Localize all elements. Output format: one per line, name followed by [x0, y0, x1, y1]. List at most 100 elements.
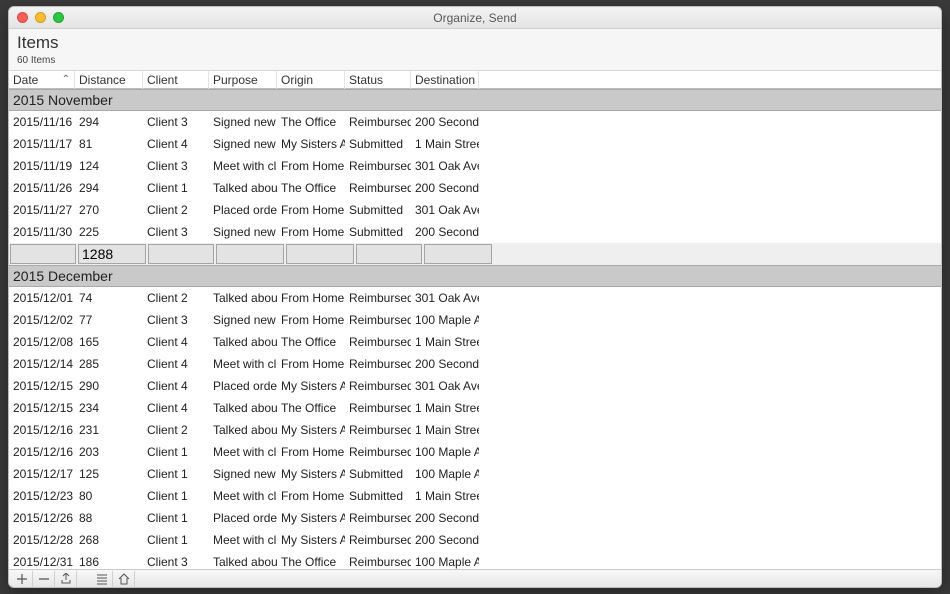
cell-client: Client 4 [143, 332, 209, 352]
cell-date: 2015/11/16 [9, 112, 75, 132]
cell-distance: 268 [75, 530, 143, 550]
cell-status: Submitted [345, 464, 411, 484]
cell-status: Reimbursed [345, 376, 411, 396]
cell-destination: 301 Oak Avenue [411, 200, 479, 220]
table-body[interactable]: 2015 November2015/11/16294Client 3Signed… [9, 89, 941, 569]
cell-destination: 301 Oak Avenue [411, 156, 479, 176]
cell-date: 2015/12/23 [9, 486, 75, 506]
cell-destination: 301 Oak Avenue [411, 288, 479, 308]
table-row[interactable]: 2015/12/0174Client 2Talked about investm… [9, 287, 941, 309]
cell-destination: 100 Maple Avenue [411, 442, 479, 462]
cell-destination: 1 Main Street [411, 398, 479, 418]
table-row[interactable]: 2015/11/27270Client 2Placed order for su… [9, 199, 941, 221]
table-row[interactable]: 2015/12/31186Client 3Talked about invest… [9, 551, 941, 569]
cell-client: Client 3 [143, 552, 209, 569]
table-row[interactable]: 2015/11/19124Client 3Meet with clientFro… [9, 155, 941, 177]
table-row[interactable]: 2015/12/0277Client 3Signed new mutual fu… [9, 309, 941, 331]
table-row[interactable]: 2015/12/15234Client 4Talked about invest… [9, 397, 941, 419]
titlebar[interactable]: Organize, Send [9, 7, 941, 29]
summary-cell-purpose [216, 244, 284, 264]
window-title: Organize, Send [9, 11, 941, 25]
cell-status: Reimbursed [345, 530, 411, 550]
cell-date: 2015/11/19 [9, 156, 75, 176]
table-row[interactable]: 2015/12/28268Client 1Meet with clientMy … [9, 529, 941, 551]
cell-client: Client 4 [143, 354, 209, 374]
cell-origin: From Home [277, 486, 345, 506]
table-row[interactable]: 2015/11/26294Client 1Talked about invest… [9, 177, 941, 199]
cell-origin: My Sisters Apartment [277, 530, 345, 550]
cell-date: 2015/11/17 [9, 134, 75, 154]
cell-distance: 234 [75, 398, 143, 418]
cell-status: Reimbursed [345, 442, 411, 462]
cell-date: 2015/11/27 [9, 200, 75, 220]
table-row[interactable]: 2015/12/17125Client 1Signed new mutual f… [9, 463, 941, 485]
cell-distance: 124 [75, 156, 143, 176]
table-row[interactable]: 2015/12/16231Client 2Talked about invest… [9, 419, 941, 441]
table-row[interactable]: 2015/12/2380Client 1Meet with clientFrom… [9, 485, 941, 507]
cell-distance: 270 [75, 200, 143, 220]
cell-date: 2015/11/30 [9, 222, 75, 242]
cell-destination: 200 Second Street [411, 222, 479, 242]
cell-purpose: Talked about investments [209, 288, 277, 308]
cell-client: Client 2 [143, 420, 209, 440]
cell-status: Reimbursed [345, 552, 411, 569]
table-row[interactable]: 2015/11/30225Client 3Signed new mutual f… [9, 221, 941, 243]
col-client[interactable]: Client [143, 71, 209, 89]
col-date[interactable]: Date [9, 71, 75, 89]
minimize-icon[interactable] [35, 12, 46, 23]
page-title: Items [17, 33, 933, 53]
group-header[interactable]: 2015 November [9, 89, 941, 111]
list-view-button[interactable] [91, 571, 113, 587]
group-header[interactable]: 2015 December [9, 265, 941, 287]
cell-purpose: Placed order for supplies [209, 200, 277, 220]
cell-distance: 88 [75, 508, 143, 528]
cell-origin: From Home [277, 222, 345, 242]
cell-client: Client 1 [143, 508, 209, 528]
zoom-icon[interactable] [53, 12, 64, 23]
cell-origin: From Home [277, 442, 345, 462]
window-controls [17, 12, 64, 23]
table-row[interactable]: 2015/12/14285Client 4Meet with clientFro… [9, 353, 941, 375]
cell-origin: The Office [277, 178, 345, 198]
cell-distance: 125 [75, 464, 143, 484]
cell-origin: From Home [277, 200, 345, 220]
cell-origin: My Sisters Apartment [277, 134, 345, 154]
column-headers: Date Distance Client Purpose Origin Stat… [9, 70, 941, 89]
cell-date: 2015/12/26 [9, 508, 75, 528]
cell-distance: 165 [75, 332, 143, 352]
col-status[interactable]: Status [345, 71, 411, 89]
col-purpose[interactable]: Purpose [209, 71, 277, 89]
col-destination[interactable]: Destination [411, 71, 479, 89]
table-row[interactable]: 2015/12/15290Client 4Placed order for su… [9, 375, 941, 397]
cell-purpose: Placed order for supplies [209, 508, 277, 528]
cell-status: Reimbursed [345, 310, 411, 330]
add-button[interactable] [11, 571, 33, 587]
col-distance[interactable]: Distance [75, 71, 143, 89]
cell-date: 2015/12/15 [9, 376, 75, 396]
cell-status: Submitted [345, 222, 411, 242]
close-icon[interactable] [17, 12, 28, 23]
remove-button[interactable] [33, 571, 55, 587]
table-row[interactable]: 2015/12/16203Client 1Meet with clientFro… [9, 441, 941, 463]
cell-destination: 1 Main Street [411, 134, 479, 154]
cell-destination: 1 Main Street [411, 332, 479, 352]
cell-distance: 77 [75, 310, 143, 330]
cell-purpose: Signed new mutual fund docs [209, 464, 277, 484]
cell-destination: 200 Second Street [411, 178, 479, 198]
home-button[interactable] [113, 571, 135, 587]
cell-status: Reimbursed [345, 288, 411, 308]
cell-distance: 186 [75, 552, 143, 569]
cell-destination: 301 Oak Avenue [411, 376, 479, 396]
cell-purpose: Talked about investments [209, 420, 277, 440]
cell-destination: 200 Second Street [411, 508, 479, 528]
cell-status: Submitted [345, 134, 411, 154]
cell-purpose: Talked about investments [209, 552, 277, 569]
table-row[interactable]: 2015/12/08165Client 4Talked about invest… [9, 331, 941, 353]
summary-cell-distance: 1288 [78, 244, 146, 264]
cell-purpose: Talked about investments [209, 332, 277, 352]
table-row[interactable]: 2015/12/2688Client 1Placed order for sup… [9, 507, 941, 529]
table-row[interactable]: 2015/11/16294Client 3Signed new mutual f… [9, 111, 941, 133]
share-button[interactable] [55, 571, 77, 587]
table-row[interactable]: 2015/11/1781Client 4Signed new mutual fu… [9, 133, 941, 155]
col-origin[interactable]: Origin [277, 71, 345, 89]
